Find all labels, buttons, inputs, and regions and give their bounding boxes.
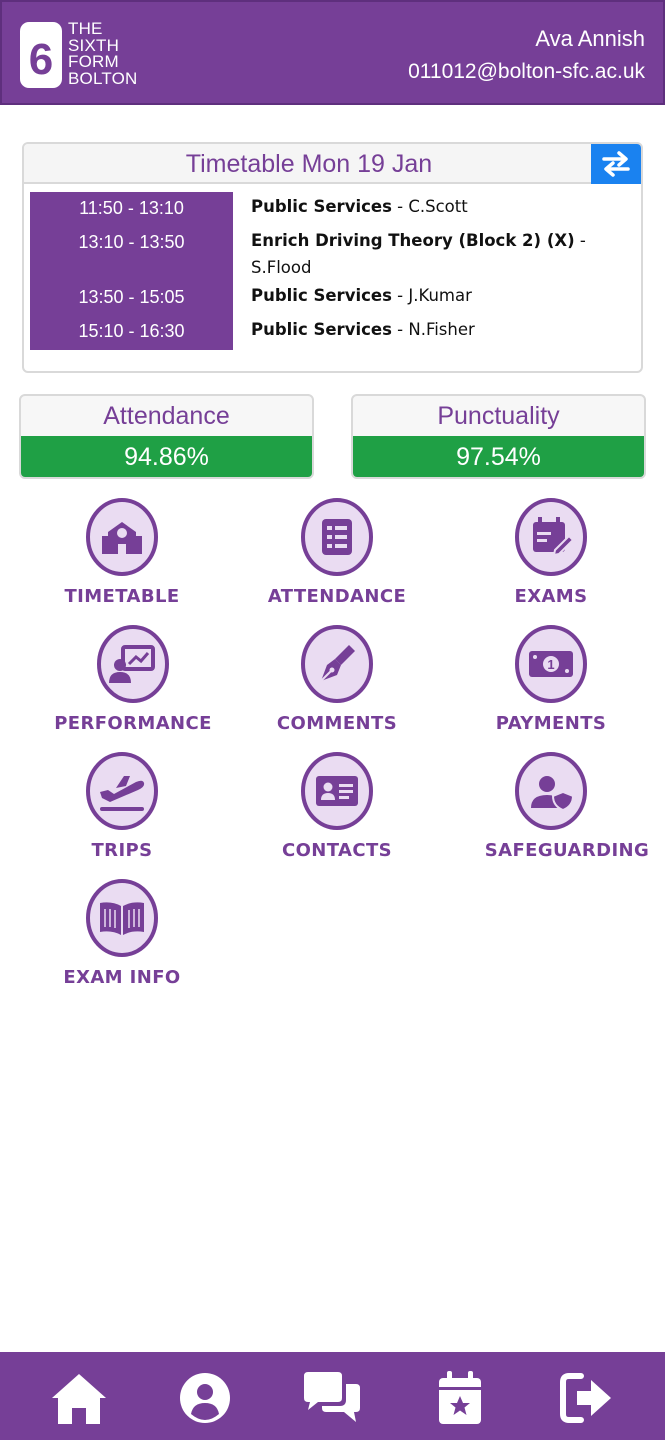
logo-six-icon: 6 <box>20 22 62 88</box>
timetable-header: Timetable Mon 19 Jan <box>24 144 641 184</box>
menu-label: TRIPS <box>91 840 153 861</box>
lesson-time: 13:50 - 15:05 <box>78 287 185 307</box>
menu-safeguarding[interactable]: SAFEGUARDING <box>467 752 665 872</box>
punctuality-label: Punctuality <box>437 402 560 430</box>
user-email: 011012@bolton-sfc.ac.uk <box>408 60 645 83</box>
menu-exam-info[interactable]: EXAM INFO <box>22 879 222 999</box>
menu-performance[interactable]: PERFORMANCE <box>33 625 233 745</box>
nav-calendar-button[interactable] <box>428 1366 492 1430</box>
lesson-teacher: - J.Kumar <box>391 286 472 305</box>
lesson-subject: Public Services <box>251 286 392 305</box>
lesson-row[interactable]: Public Services - C.Scott <box>251 193 631 220</box>
timetable-times-column: 11:50 - 13:10 13:10 - 13:50 13:50 - 15:0… <box>30 192 233 350</box>
money-bill-icon: 1 <box>515 625 587 703</box>
menu-label: SAFEGUARDING <box>484 840 650 861</box>
lesson-subject: Public Services <box>251 320 392 339</box>
open-book-icon <box>86 879 158 957</box>
nav-messages-button[interactable] <box>300 1366 364 1430</box>
sign-out-icon <box>560 1373 611 1423</box>
timetable-title: Timetable Mon 19 Jan <box>185 150 433 178</box>
menu-contacts[interactable]: CONTACTS <box>237 752 437 872</box>
menu-trips[interactable]: TRIPS <box>22 752 222 872</box>
menu-comments[interactable]: COMMENTS <box>237 625 437 745</box>
attendance-stat[interactable]: Attendance 94.86% <box>19 394 314 479</box>
user-circle-icon <box>180 1373 230 1423</box>
lesson-teacher: - C.Scott <box>391 197 468 216</box>
timetable-card: Timetable Mon 19 Jan 11:50 - 13:10 13:10… <box>22 142 643 373</box>
swap-arrows-icon <box>602 151 630 177</box>
bottom-navigation <box>0 1352 665 1440</box>
menu-attendance[interactable]: ATTENDANCE <box>237 498 437 618</box>
checklist-icon <box>301 498 373 576</box>
punctuality-stat[interactable]: Punctuality 97.54% <box>351 394 646 479</box>
attendance-label: Attendance <box>103 402 230 430</box>
logo-wordmark: THE SIXTH FORM BOLTON <box>68 20 138 88</box>
menu-payments[interactable]: 1 PAYMENTS <box>451 625 651 745</box>
menu-exams[interactable]: EXAMS <box>451 498 651 618</box>
svg-text:1: 1 <box>547 657 554 672</box>
timetable-switch-button[interactable] <box>591 144 641 184</box>
school-building-icon <box>86 498 158 576</box>
menu-label: CONTACTS <box>281 840 393 861</box>
menu-label: ATTENDANCE <box>267 586 407 607</box>
menu-label: EXAM INFO <box>63 967 181 988</box>
app-header: 6 THE SIXTH FORM BOLTON Ava Annish 01101… <box>0 0 665 105</box>
lesson-row[interactable]: Public Services - J.Kumar <box>251 282 631 309</box>
menu-label: PAYMENTS <box>495 713 607 734</box>
lesson-time: 13:10 - 13:50 <box>78 232 185 252</box>
college-logo[interactable]: 6 THE SIXTH FORM BOLTON <box>20 20 140 90</box>
lesson-subject: Public Services <box>251 197 392 216</box>
svg-text:6: 6 <box>29 35 53 84</box>
chat-bubbles-icon <box>304 1372 360 1422</box>
lesson-time: 15:10 - 16:30 <box>78 321 185 341</box>
nav-profile-button[interactable] <box>173 1366 237 1430</box>
lesson-row[interactable]: Public Services - N.Fisher <box>251 316 631 343</box>
menu-label: EXAMS <box>514 586 588 607</box>
logo-line-4: BOLTON <box>68 68 138 88</box>
nav-logout-button[interactable] <box>555 1366 619 1430</box>
lesson-row[interactable]: Enrich Driving Theory (Block 2) (X) - S.… <box>251 227 631 281</box>
home-icon <box>52 1374 106 1424</box>
calendar-star-icon <box>439 1371 481 1424</box>
menu-label: PERFORMANCE <box>54 713 212 734</box>
user-name: Ava Annish <box>535 26 645 51</box>
nav-home-button[interactable] <box>47 1366 111 1430</box>
id-card-icon <box>301 752 373 830</box>
menu-label: COMMENTS <box>276 713 398 734</box>
lesson-teacher: - N.Fisher <box>391 320 475 339</box>
presentation-chart-icon <box>97 625 169 703</box>
lesson-time: 11:50 - 13:10 <box>79 198 184 218</box>
attendance-value: 94.86% <box>21 436 312 477</box>
menu-label: TIMETABLE <box>64 586 180 607</box>
fountain-pen-icon <box>301 625 373 703</box>
user-shield-icon <box>515 752 587 830</box>
menu-timetable[interactable]: TIMETABLE <box>22 498 222 618</box>
punctuality-value: 97.54% <box>353 436 644 477</box>
plane-departure-icon <box>86 752 158 830</box>
calendar-edit-icon <box>515 498 587 576</box>
lesson-subject: Enrich Driving Theory (Block 2) (X) <box>251 231 575 250</box>
